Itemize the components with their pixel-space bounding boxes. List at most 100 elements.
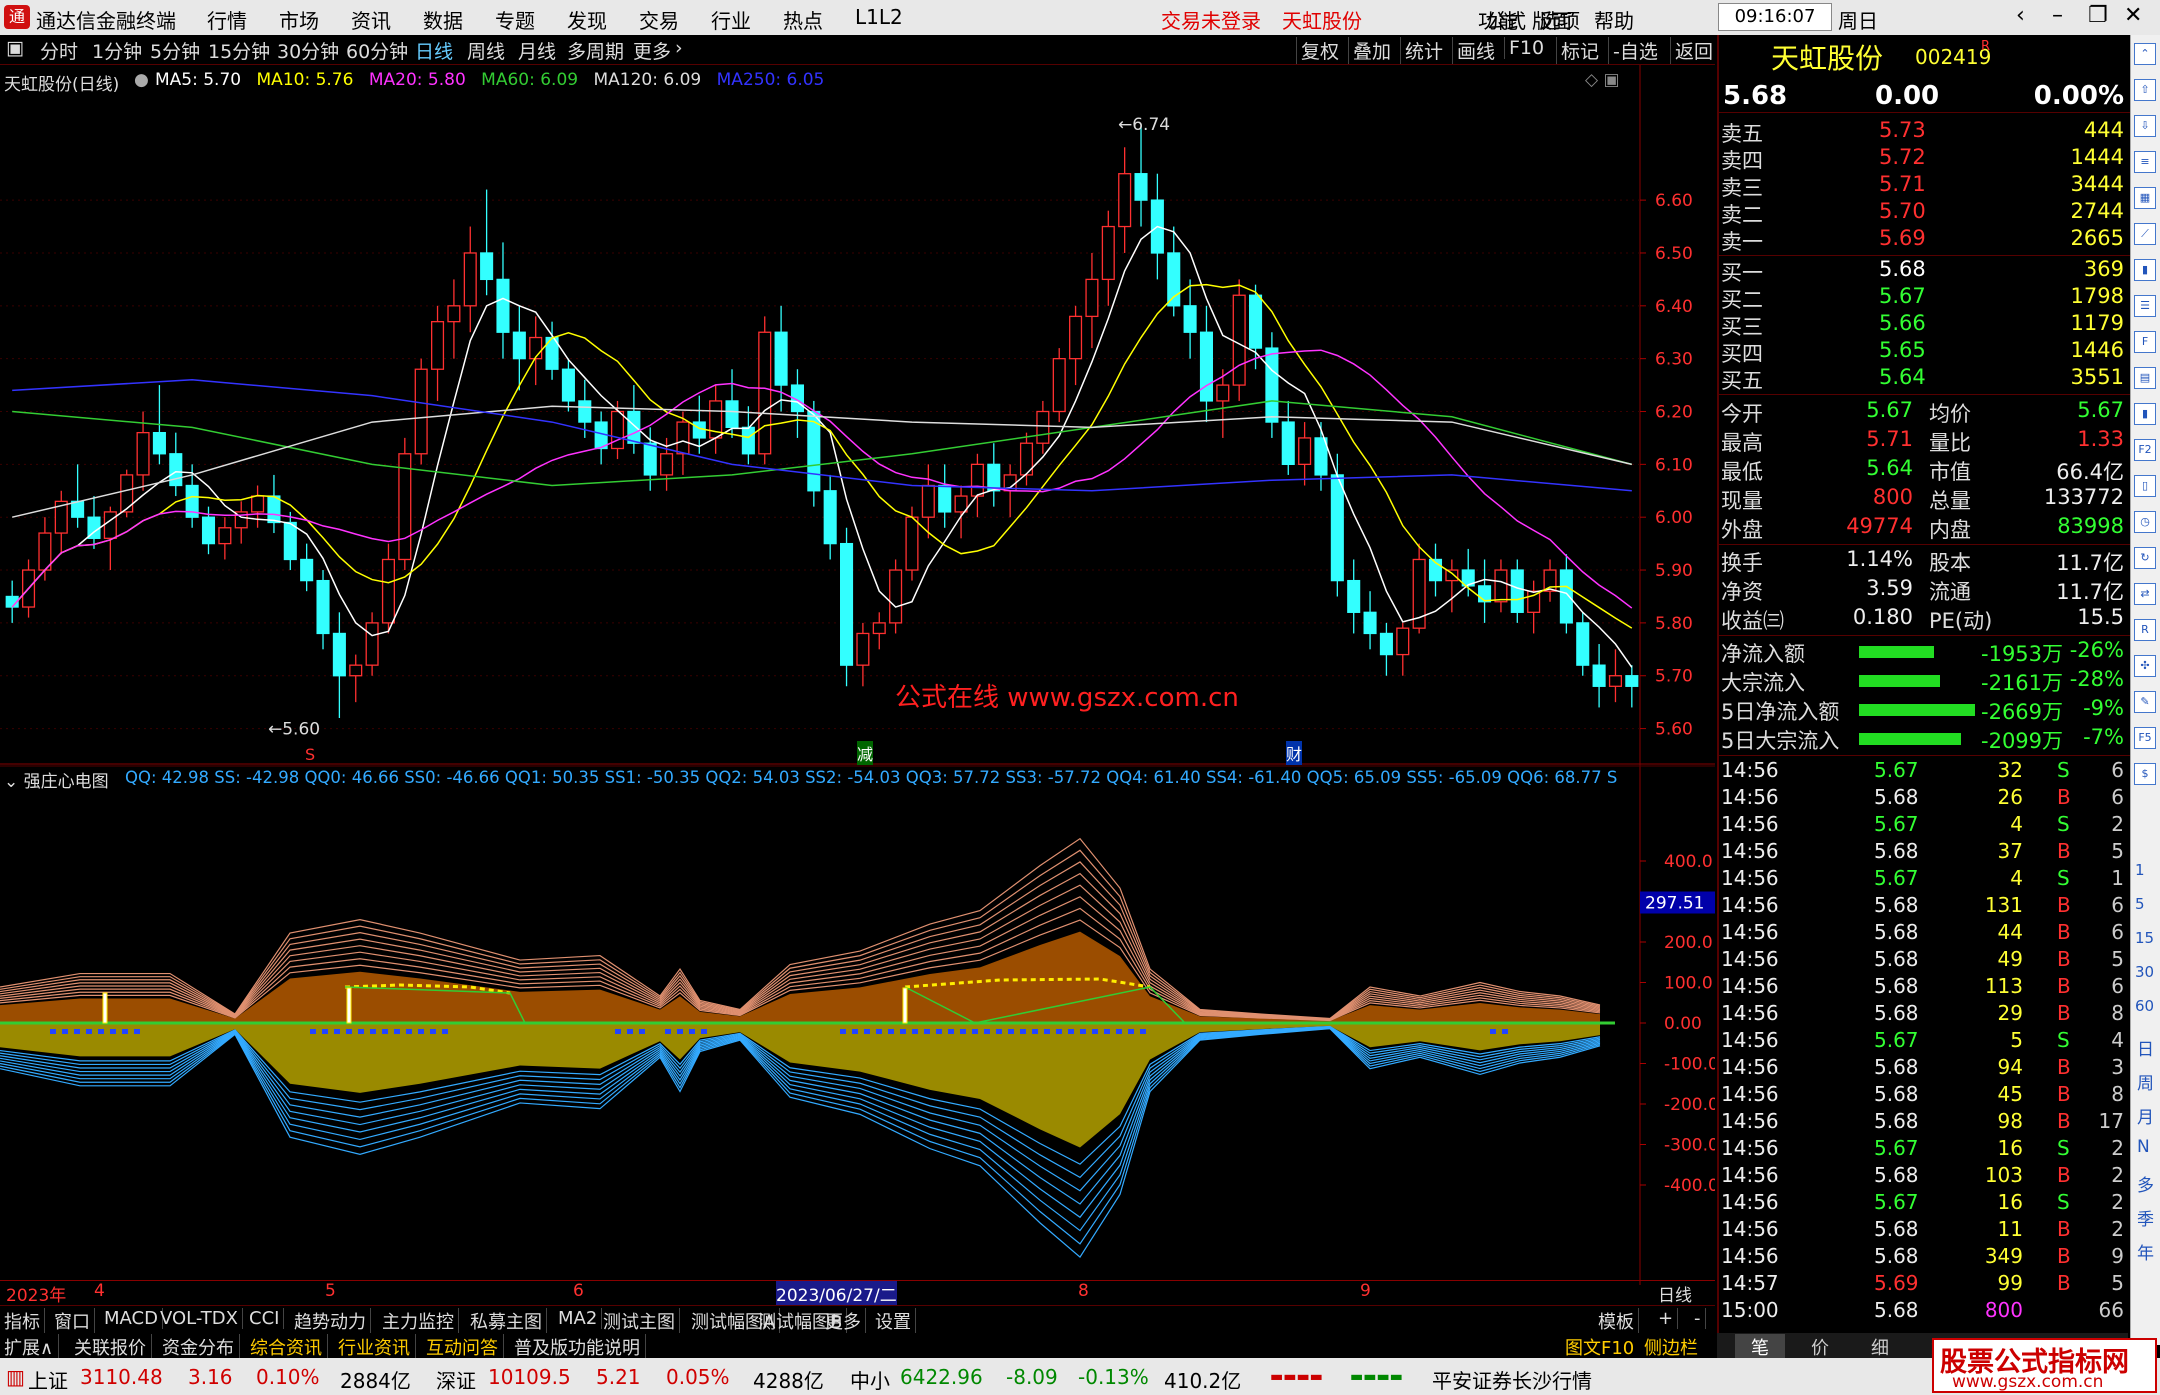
period-5min[interactable]: 5分钟 xyxy=(150,37,200,64)
menu-bangzhu[interactable]: 帮助 xyxy=(1594,5,1634,34)
pen-icon[interactable]: ✎ xyxy=(2134,691,2156,713)
period-monthly[interactable]: 月线 xyxy=(518,37,556,64)
tab-6[interactable]: 主力监控 xyxy=(382,1308,459,1334)
period-side-4[interactable]: 多 xyxy=(2137,1171,2154,1196)
up-arrow-icon[interactable]: ⌃ xyxy=(2134,43,2156,65)
doc-icon[interactable]: ☰ xyxy=(2134,295,2156,317)
link-1[interactable]: 关联报价 xyxy=(74,1334,152,1360)
dollar-icon[interactable]: $ xyxy=(2134,763,2156,785)
period-60-button[interactable]: 60 xyxy=(2135,997,2154,1015)
tab-13[interactable]: 设置 xyxy=(875,1308,916,1334)
tab-0[interactable]: 指标 xyxy=(4,1308,45,1334)
chart-line-icon[interactable]: ⟋ xyxy=(2134,223,2156,245)
link-f10[interactable]: 图文F10 xyxy=(1565,1334,1634,1360)
tab-12[interactable]: 更多 xyxy=(825,1308,866,1334)
menu-gongshi[interactable]: 公式 xyxy=(1486,5,1526,34)
menu-shuju[interactable]: 数据 xyxy=(423,5,463,34)
menu-shichang[interactable]: 市场 xyxy=(279,5,319,34)
login-status[interactable]: 交易未登录 xyxy=(1161,5,1261,34)
menu-jiaoyi[interactable]: 交易 xyxy=(639,5,679,34)
menu-xuanxiang[interactable]: 选项 xyxy=(1540,5,1580,34)
close-icon[interactable]: ✕ xyxy=(2124,3,2142,28)
menu-zhuanti[interactable]: 专题 xyxy=(495,5,535,34)
period-side-5[interactable]: 季 xyxy=(2137,1205,2154,1230)
tool-tongji[interactable]: 统计 xyxy=(1400,37,1443,64)
grid-icon[interactable]: ▦ xyxy=(2134,187,2156,209)
link-2[interactable]: 资金分布 xyxy=(162,1334,240,1360)
period-side-1[interactable]: 周 xyxy=(2137,1069,2154,1094)
period-daily[interactable]: 日线 xyxy=(415,37,453,64)
tab-7[interactable]: 私募主图 xyxy=(470,1308,547,1334)
link-6[interactable]: 普及版功能说明 xyxy=(514,1334,646,1360)
period-multi[interactable]: 多周期 xyxy=(567,37,624,64)
restore-icon[interactable]: ❐ xyxy=(2088,3,2108,28)
period-60min[interactable]: 60分钟 xyxy=(346,37,408,64)
tool-huaxian[interactable]: 画线 xyxy=(1452,37,1495,64)
period-side-6[interactable]: 年 xyxy=(2137,1239,2154,1264)
tab-2[interactable]: MACD xyxy=(104,1308,163,1329)
refresh-icon[interactable]: ↻ xyxy=(2134,547,2156,569)
tab-3[interactable]: VOL-TDX xyxy=(160,1308,243,1329)
menu-hangye[interactable]: 行业 xyxy=(711,5,751,34)
period-1-button[interactable]: 1 xyxy=(2135,861,2145,879)
link-5[interactable]: 互动问答 xyxy=(426,1334,504,1360)
f5-icon[interactable]: F5 xyxy=(2134,727,2156,749)
bar-chart-icon[interactable]: ▮ xyxy=(2134,403,2156,425)
tab-1[interactable]: 窗口 xyxy=(54,1308,95,1334)
period-1min[interactable]: 1分钟 xyxy=(92,37,142,64)
period-30-button[interactable]: 30 xyxy=(2135,963,2154,981)
menu-hangqing[interactable]: 行情 xyxy=(207,5,247,34)
period-weekly[interactable]: 周线 xyxy=(467,37,505,64)
tool-diejia[interactable]: 叠加 xyxy=(1348,37,1391,64)
toolbar-square-icon[interactable]: ▣ xyxy=(6,37,24,59)
period-15-button[interactable]: 15 xyxy=(2135,929,2154,947)
tab-4[interactable]: CCI xyxy=(249,1308,285,1329)
up-arrow-icon[interactable]: ⇧ xyxy=(2134,79,2156,101)
period-side-0[interactable]: 日 xyxy=(2137,1035,2154,1060)
tool-biaoji[interactable]: 标记 xyxy=(1556,37,1599,64)
book-icon[interactable]: ▯ xyxy=(2134,475,2156,497)
period-5-button[interactable]: 5 xyxy=(2135,895,2145,913)
tab-14[interactable]: 模板 xyxy=(1598,1308,1639,1334)
period-fenshi[interactable]: 分时 xyxy=(40,37,78,64)
link-3[interactable]: 综合资讯 xyxy=(250,1334,328,1360)
tab-8[interactable]: MA2 xyxy=(558,1308,603,1329)
period-side-3[interactable]: N xyxy=(2137,1137,2150,1157)
tool-fuquan[interactable]: 复权 xyxy=(1296,37,1339,64)
indicator-chart[interactable]: ⌄ 强庄心电图 QQ: 42.98 SS: -42.98 QQ0: 46.66 … xyxy=(0,765,1715,1306)
period-side-2[interactable]: 月 xyxy=(2137,1103,2154,1128)
menu-redian[interactable]: 热点 xyxy=(783,5,823,34)
back-arrow-icon[interactable]: ‹ xyxy=(2016,3,2025,28)
f2-icon[interactable]: F2 xyxy=(2134,439,2156,461)
down-arrow-icon[interactable]: ⇩ xyxy=(2134,115,2156,137)
table-icon[interactable]: ▤ xyxy=(2134,367,2156,389)
tab-9[interactable]: 测试主图 xyxy=(603,1308,680,1334)
right-tab-2[interactable]: 细 xyxy=(1855,1334,1905,1360)
right-tab-1[interactable]: 价 xyxy=(1795,1334,1845,1360)
tab-16[interactable]: - xyxy=(1694,1308,1706,1329)
swap-icon[interactable]: ⇄ xyxy=(2134,583,2156,605)
right-tab-0[interactable]: 笔 xyxy=(1735,1334,1785,1360)
period-more[interactable]: 更多 xyxy=(633,37,671,64)
link-4[interactable]: 行业资讯 xyxy=(338,1334,416,1360)
tool-fanhui[interactable]: 返回 xyxy=(1670,37,1713,64)
link-0[interactable]: 扩展∧ xyxy=(4,1334,60,1360)
menu-l1l2[interactable]: L1L2 xyxy=(855,5,903,29)
period-15min[interactable]: 15分钟 xyxy=(208,37,270,64)
menu-faxian[interactable]: 发现 xyxy=(567,5,607,34)
minimize-icon[interactable]: – xyxy=(2052,3,2063,28)
crosshair-icon[interactable]: ✣ xyxy=(2134,655,2156,677)
candlestick-chart[interactable]: 天虹股份(日线) ● MA5: 5.70 MA10: 5.76 MA20: 5.… xyxy=(0,65,1715,765)
list-icon[interactable]: ≡ xyxy=(2134,151,2156,173)
f10-icon[interactable]: F xyxy=(2134,331,2156,353)
clock-icon[interactable]: ◷ xyxy=(2134,511,2156,533)
chevron-right-icon[interactable]: › xyxy=(675,37,683,59)
tab-15[interactable]: + xyxy=(1658,1308,1679,1329)
menu-zixun[interactable]: 资讯 xyxy=(351,5,391,34)
period-30min[interactable]: 30分钟 xyxy=(277,37,339,64)
tool-f10[interactable]: F10 xyxy=(1504,37,1544,59)
rsi-icon[interactable]: R xyxy=(2134,619,2156,641)
tab-5[interactable]: 趋势动力 xyxy=(294,1308,371,1334)
tool-zixuan[interactable]: -自选 xyxy=(1608,37,1658,64)
bar-chart-icon[interactable]: ▮ xyxy=(2134,259,2156,281)
